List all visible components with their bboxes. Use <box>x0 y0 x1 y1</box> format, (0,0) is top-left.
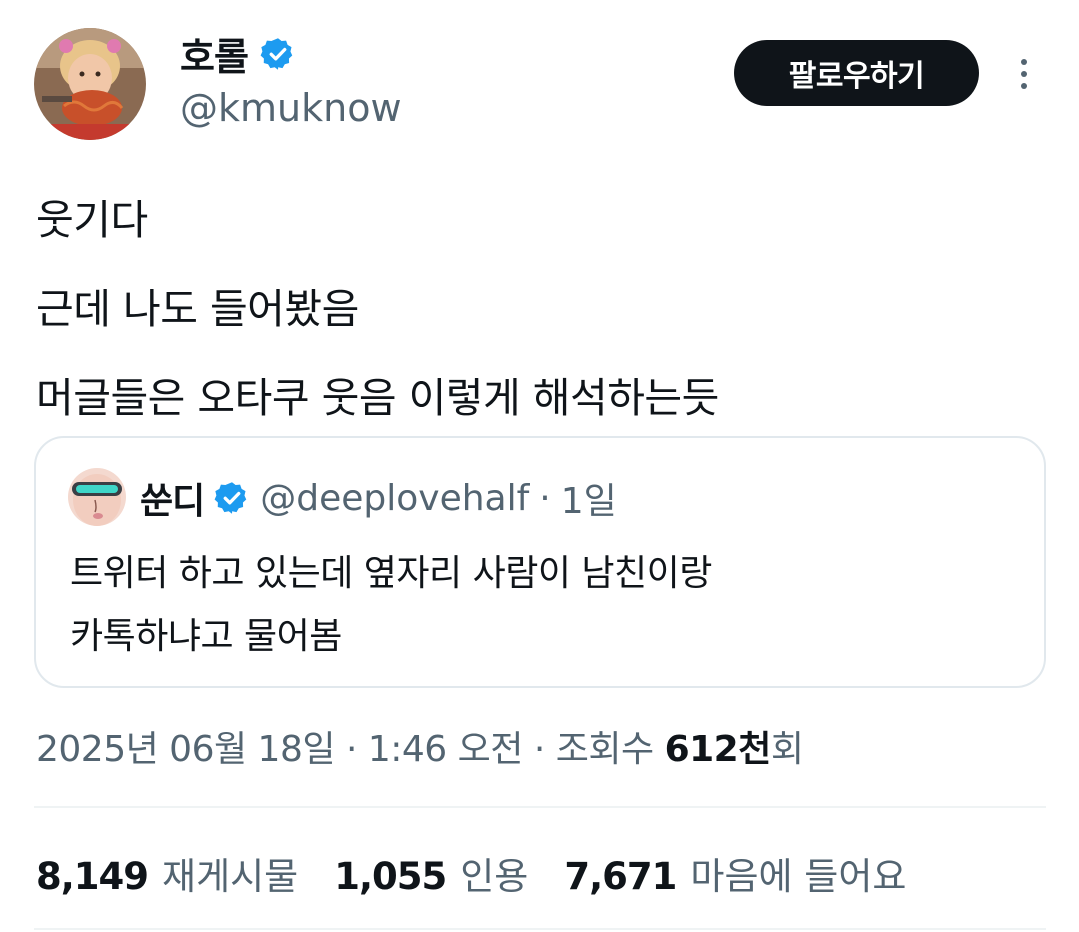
reposts-stat[interactable]: 8,149 재게시물 <box>36 846 298 900</box>
verified-badge-icon[interactable] <box>260 36 296 72</box>
tweet-detail: 호롤 @kmuknow 팔로우하기 웃기다 근데 나도 들어봤음 머글들은 오타… <box>0 0 1079 932</box>
tweet-meta: 2025년 06월 18일 · 1:46 오전 · 조회수 612천회 <box>36 720 804 772</box>
verified-badge-icon <box>214 480 250 516</box>
separator-dot: · <box>539 477 551 519</box>
quoted-tweet-header: 쑨디 @deeplovehalf · 1일 <box>140 472 617 524</box>
author-handle[interactable]: @kmuknow <box>180 86 402 130</box>
views-label: 조회수 <box>555 729 654 770</box>
tweet-line: 웃기다 <box>36 196 148 244</box>
tweet-date[interactable]: 2025년 06월 18일 <box>36 729 335 770</box>
tweet-line: 머글들은 오타쿠 웃음 이렇게 해석하는듯 <box>36 374 719 422</box>
quotes-stat[interactable]: 1,055 인용 <box>334 846 528 900</box>
views-count: 612천 <box>664 729 772 770</box>
tweet-text: 웃기다 근데 나도 들어봤음 머글들은 오타쿠 웃음 이렇게 해석하는듯 <box>36 176 719 443</box>
more-options-icon[interactable] <box>1008 52 1040 96</box>
quoted-author-avatar <box>68 468 126 526</box>
quoted-tweet-time: 1일 <box>560 481 617 522</box>
quoted-author-handle: @deeplovehalf <box>260 477 530 519</box>
reposts-label: 재게시물 <box>162 855 299 898</box>
divider <box>34 806 1046 808</box>
engagement-stats: 8,149 재게시물 1,055 인용 7,671 마음에 들어요 <box>36 846 906 900</box>
likes-stat[interactable]: 7,671 마음에 들어요 <box>564 846 906 900</box>
quoted-tweet-text: 트위터 하고 있는데 옆자리 사람이 남친이랑 카톡하냐고 물어봄 <box>70 542 712 668</box>
author-name-row: 호롤 <box>180 26 296 81</box>
quoted-tweet-line: 트위터 하고 있는데 옆자리 사람이 남친이랑 <box>70 553 712 594</box>
reposts-count: 8,149 <box>36 855 149 898</box>
separator-dot: · <box>533 729 545 770</box>
likes-count: 7,671 <box>564 855 677 898</box>
likes-label: 마음에 들어요 <box>690 855 907 898</box>
quotes-label: 인용 <box>460 855 529 898</box>
quoted-tweet-line: 카톡하냐고 물어봄 <box>70 616 342 657</box>
tweet-time[interactable]: 1:46 오전 <box>368 729 524 770</box>
divider <box>34 928 1046 930</box>
quoted-author-name: 쑨디 <box>140 481 205 522</box>
follow-button[interactable]: 팔로우하기 <box>734 40 979 106</box>
author-display-name[interactable]: 호롤 <box>180 26 249 81</box>
author-avatar[interactable] <box>34 28 146 140</box>
quotes-count: 1,055 <box>334 855 447 898</box>
tweet-line: 근데 나도 들어봤음 <box>36 285 359 333</box>
views-suffix: 회 <box>770 729 804 770</box>
quoted-tweet-card[interactable]: 쑨디 @deeplovehalf · 1일 트위터 하고 있는데 옆자리 사람이… <box>34 436 1046 688</box>
separator-dot: · <box>345 729 357 770</box>
